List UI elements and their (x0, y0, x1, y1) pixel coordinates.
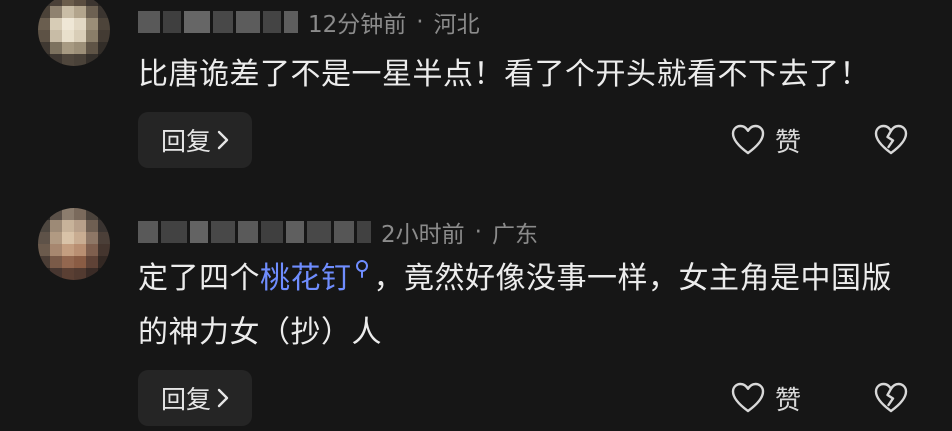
comment-meta: 2小时前 · 广东 (138, 215, 538, 249)
chevron-right-icon (217, 388, 229, 408)
comment-text-before: 定了四个 (138, 261, 260, 296)
like-label: 赞 (775, 385, 802, 416)
heart-outline-icon (731, 382, 765, 413)
like-label: 赞 (775, 127, 802, 158)
comment-location: 广东 (491, 222, 538, 248)
comment-meta: 12分钟前 · 河北 (138, 5, 480, 39)
comment-text: 比唐诡差了不是一星半点！看了个开头就看不下去了！ (138, 57, 870, 92)
keyword-link[interactable]: 桃花钉 (260, 260, 374, 296)
username-blurred[interactable] (138, 221, 371, 243)
comment-text: 定了四个桃花钉 ，竟然好像没事一样，女主角是中国版的神力女（抄）人 (138, 252, 922, 360)
comment-time: 12分钟前 (308, 12, 407, 38)
reply-button[interactable]: 回复 (138, 112, 252, 168)
broken-heart-icon (874, 382, 908, 413)
keyword-text: 桃花钉 (260, 261, 352, 296)
meta-separator: · (416, 9, 424, 35)
like-button[interactable]: 赞 (731, 120, 801, 160)
reply-label: 回复 (160, 127, 211, 156)
meta-separator: · (474, 219, 482, 245)
search-icon (355, 260, 368, 278)
comment-1: 12分钟前 · 河北 比唐诡差了不是一星半点！看了个开头就看不下去了！ 回复 赞 (0, 0, 952, 200)
reply-button[interactable]: 回复 (138, 370, 252, 426)
comment-time: 2小时前 (381, 222, 465, 248)
avatar[interactable] (38, 208, 110, 280)
dislike-button[interactable] (871, 378, 911, 418)
avatar-pixelated (38, 208, 110, 280)
reply-label: 回复 (160, 385, 211, 414)
broken-heart-icon (874, 124, 908, 155)
like-button[interactable]: 赞 (731, 378, 801, 418)
comment-location: 河北 (433, 12, 480, 38)
heart-outline-icon (731, 124, 765, 155)
avatar[interactable] (38, 0, 110, 66)
chevron-right-icon (217, 130, 229, 150)
dislike-button[interactable] (871, 120, 911, 160)
username-blurred[interactable] (138, 11, 298, 33)
avatar-pixelated (38, 0, 110, 66)
